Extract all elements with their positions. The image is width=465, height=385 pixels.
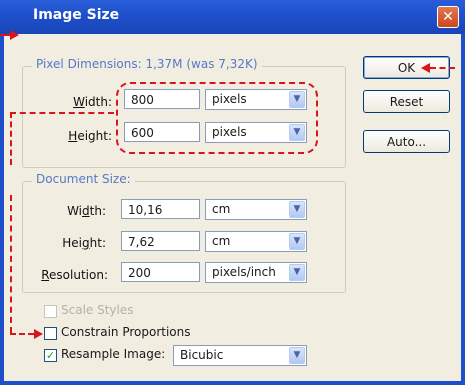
connector-line-top bbox=[10, 112, 114, 114]
resolution-unit-select[interactable]: pixels/inch ▼ bbox=[205, 262, 307, 283]
window-border-right bbox=[461, 34, 465, 385]
doc-height-unit-value: cm bbox=[212, 234, 231, 248]
doc-height-label: Height: bbox=[62, 236, 106, 250]
resample-image-checkbox[interactable]: ✓ bbox=[44, 349, 57, 362]
chevron-down-icon[interactable]: ▼ bbox=[289, 233, 305, 250]
constrain-proportions-label[interactable]: Constrain Proportions bbox=[61, 325, 191, 339]
constrain-arrow-line bbox=[10, 333, 34, 335]
close-button[interactable]: ✕ bbox=[437, 6, 459, 28]
chevron-down-icon[interactable]: ▼ bbox=[289, 264, 305, 281]
window-title: Image Size bbox=[33, 7, 120, 23]
doc-width-unit-value: cm bbox=[212, 202, 231, 216]
resample-image-label[interactable]: Resample Image: bbox=[61, 347, 165, 361]
resolution-unit-value: pixels/inch bbox=[212, 265, 276, 279]
resample-method-select[interactable]: Bicubic ▼ bbox=[173, 345, 307, 366]
window-border-bottom bbox=[0, 381, 465, 385]
document-size-title: Document Size: bbox=[32, 172, 135, 186]
chevron-down-icon[interactable]: ▼ bbox=[289, 201, 305, 218]
resolution-input[interactable]: 200 bbox=[121, 262, 200, 282]
constrain-proportions-checkbox[interactable] bbox=[44, 327, 57, 340]
window-border-left bbox=[0, 34, 4, 385]
resolution-label: Resolution: bbox=[41, 268, 108, 282]
pixel-fields-highlight bbox=[116, 82, 318, 154]
scale-styles-label: Scale Styles bbox=[61, 303, 134, 317]
scale-styles-checkbox bbox=[44, 305, 57, 318]
title-arrowhead bbox=[10, 30, 19, 40]
doc-width-unit-select[interactable]: cm ▼ bbox=[205, 199, 307, 220]
pixel-dimensions-title: Pixel Dimensions: 1,37M (was 7,32K) bbox=[32, 57, 262, 71]
connector-line-vertical-bottom bbox=[10, 195, 12, 333]
auto-button[interactable]: Auto... bbox=[363, 130, 450, 153]
constrain-arrowhead bbox=[34, 329, 43, 339]
doc-width-label: Width: bbox=[67, 204, 106, 218]
reset-button[interactable]: Reset bbox=[363, 90, 450, 113]
ok-arrow-line bbox=[430, 67, 455, 69]
connector-line-vertical-top bbox=[10, 112, 12, 165]
doc-height-input[interactable]: 7,62 bbox=[121, 231, 200, 251]
doc-width-input[interactable]: 10,16 bbox=[121, 199, 200, 219]
doc-height-unit-select[interactable]: cm ▼ bbox=[205, 231, 307, 252]
ok-arrowhead bbox=[421, 63, 430, 73]
title-arrow-line bbox=[0, 34, 10, 36]
pixel-height-label: Height: bbox=[68, 129, 112, 143]
resample-method-value: Bicubic bbox=[180, 348, 224, 362]
pixel-width-label: Width: bbox=[73, 95, 112, 109]
close-icon: ✕ bbox=[442, 9, 454, 25]
checkmark-icon: ✓ bbox=[45, 349, 56, 362]
chevron-down-icon[interactable]: ▼ bbox=[289, 347, 305, 364]
